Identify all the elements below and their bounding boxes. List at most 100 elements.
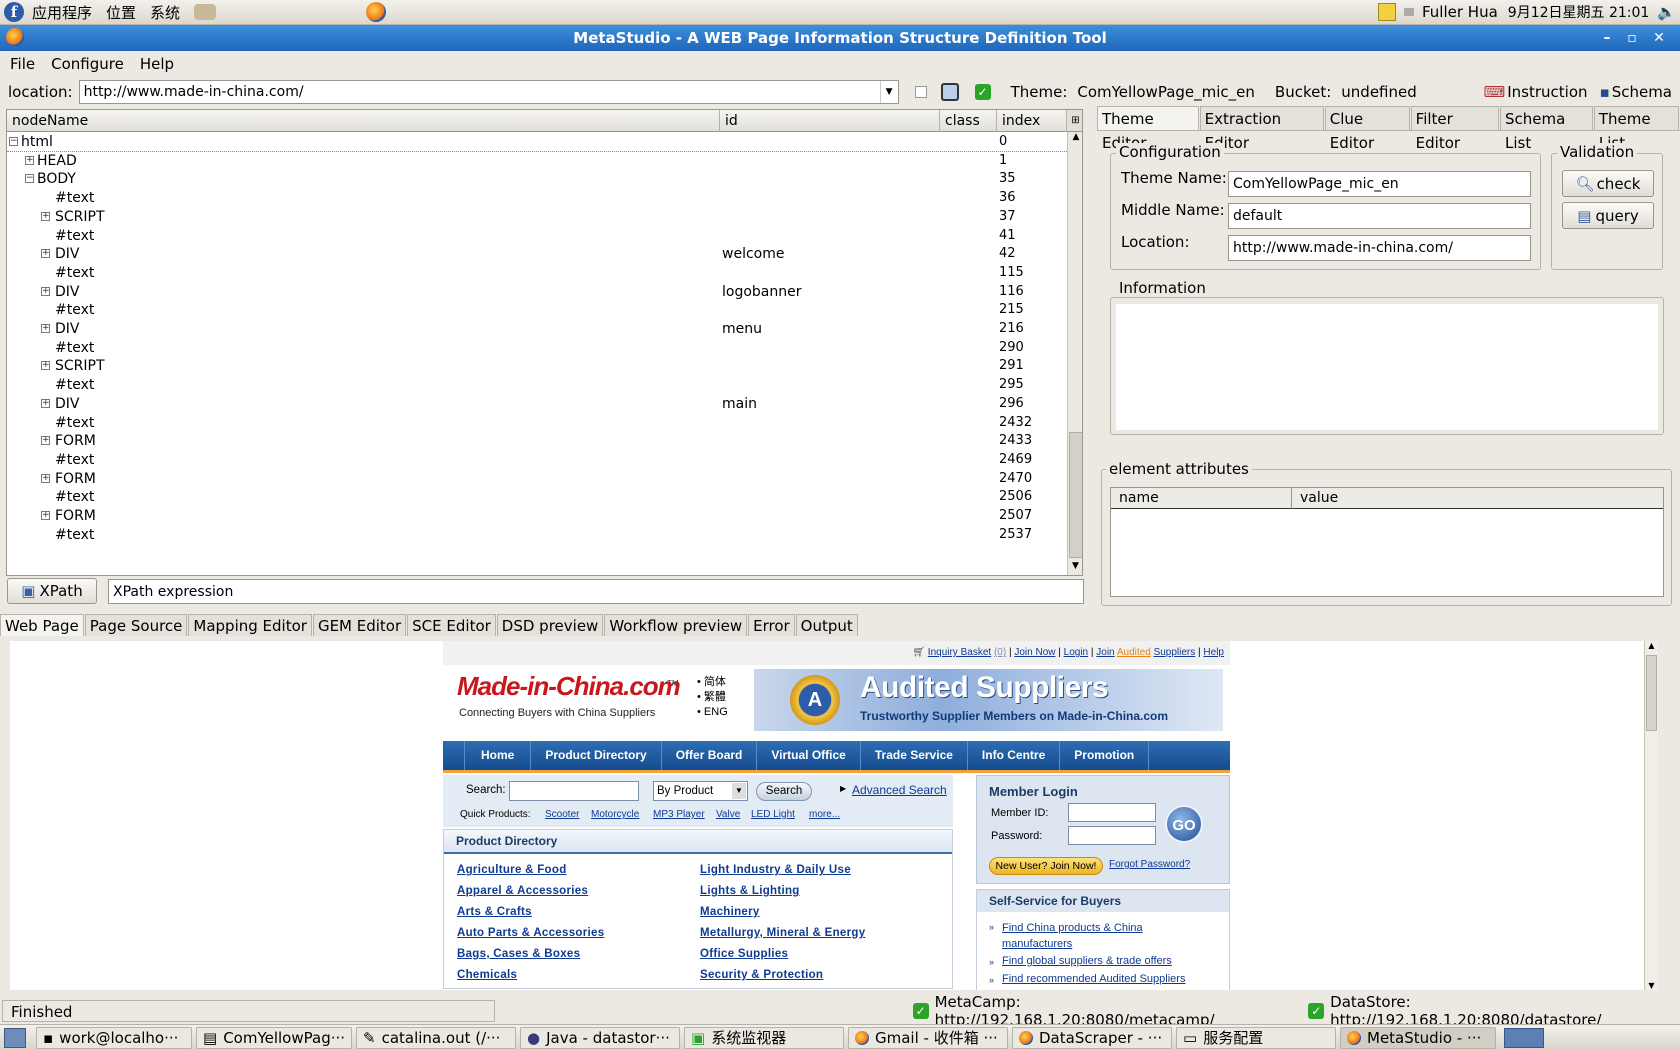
task-terminal[interactable]: ▪ work@localho···	[36, 1026, 192, 1049]
nav-virtual-office[interactable]: Virtual Office	[757, 741, 861, 770]
audited-suppliers-banner[interactable]: A Audited Suppliers Trustworthy Supplier…	[754, 669, 1223, 731]
pd-bags[interactable]: Bags, Cases & Boxes	[457, 948, 580, 960]
theme-name-input[interactable]: ComYellowPage_mic_en	[1228, 171, 1531, 197]
tab-output[interactable]: Output	[795, 614, 858, 636]
tree-row[interactable]: #text 295	[7, 375, 1067, 395]
task-service-config[interactable]: ▭ 服务配置	[1176, 1026, 1336, 1049]
pd-chemicals[interactable]: Chemicals	[457, 969, 517, 981]
nav-offer-board[interactable]: Offer Board	[662, 741, 758, 770]
search-type-select[interactable]: By Product ▼	[653, 781, 748, 801]
location-checkbox[interactable]	[914, 86, 927, 98]
web-scroll-up-icon[interactable]: ▲	[1645, 641, 1658, 653]
task-gmail[interactable]: Gmail - 收件箱 ···	[848, 1026, 1008, 1049]
xpath-input[interactable]: XPath expression	[108, 579, 1084, 604]
lang-simplified[interactable]: • 简体	[697, 675, 728, 690]
pd-metallurgy[interactable]: Metallurgy, Mineral & Energy	[700, 927, 865, 939]
tree-row[interactable]: + FORM 2470	[7, 469, 1067, 489]
location-input[interactable]: http://www.made-in-china.com/ ▼	[78, 80, 899, 104]
tab-theme-list[interactable]: Theme List	[1593, 106, 1679, 152]
system-menu-applications[interactable]: 应用程序	[32, 2, 92, 23]
tree-row[interactable]: + FORM 2433	[7, 431, 1067, 451]
location-dropdown-icon[interactable]: ▼	[879, 81, 898, 103]
tab-filter-editor[interactable]: Filter Editor	[1410, 106, 1500, 152]
tab-schema-list[interactable]: Schema List	[1500, 106, 1593, 152]
column-config-icon[interactable]: ⊞	[1067, 110, 1082, 132]
nav-promotion[interactable]: Promotion	[1060, 741, 1150, 770]
firefox-launcher-icon[interactable]	[366, 2, 387, 22]
tree-row[interactable]: #text 2537	[7, 525, 1067, 545]
tab-page-source[interactable]: Page Source	[84, 614, 188, 636]
expand-icon[interactable]: +	[41, 211, 50, 221]
col-nodename[interactable]: nodeName	[7, 110, 720, 132]
inspect-icon[interactable]	[940, 83, 959, 101]
expand-icon[interactable]: +	[41, 473, 50, 483]
tree-row[interactable]: #text 36	[7, 188, 1067, 208]
lang-traditional[interactable]: • 繁體	[697, 690, 728, 705]
audited-word[interactable]: Audited	[1117, 647, 1151, 658]
workspace-switcher[interactable]	[1504, 1027, 1544, 1048]
suppliers-word[interactable]: Suppliers	[1154, 647, 1196, 658]
information-area[interactable]	[1116, 304, 1658, 430]
self-link-audited[interactable]: Find recommended Audited Suppliers	[1002, 973, 1185, 985]
attr-col-value[interactable]: value	[1292, 488, 1663, 509]
tab-extraction-editor[interactable]: Extraction Editor	[1199, 106, 1324, 152]
quick-scooter[interactable]: Scooter	[545, 809, 579, 820]
volume-icon[interactable]: 🔈	[1657, 3, 1676, 21]
expand-icon[interactable]: +	[41, 286, 50, 296]
advanced-search-link[interactable]: Advanced Search	[852, 783, 947, 797]
fedora-logo-icon[interactable]: f	[4, 2, 24, 22]
expand-icon[interactable]: +	[41, 324, 50, 333]
web-scroll-down-icon[interactable]: ▼	[1645, 981, 1658, 990]
notes-icon[interactable]	[1377, 3, 1396, 21]
inquiry-basket-link[interactable]: Inquiry Basket	[928, 647, 991, 658]
tree-row[interactable]: + DIV main 296	[7, 394, 1067, 414]
check-button[interactable]: 🔍︎ check	[1562, 170, 1654, 197]
pd-apparel[interactable]: Apparel & Accessories	[457, 885, 588, 897]
site-logo[interactable]: Made-in-China.com	[457, 671, 681, 702]
nav-product-directory[interactable]: Product Directory	[531, 741, 662, 770]
expand-icon[interactable]: +	[41, 511, 50, 520]
pd-machinery[interactable]: Machinery	[700, 906, 760, 918]
tree-row[interactable]: #text 2432	[7, 413, 1067, 433]
tab-gem-editor[interactable]: GEM Editor	[312, 614, 407, 636]
minimize-icon[interactable]: –	[1598, 29, 1616, 47]
collapse-icon[interactable]: −	[25, 174, 34, 184]
config-location-input[interactable]: http://www.made-in-china.com/	[1228, 235, 1531, 261]
tree-row[interactable]: − html 0	[7, 132, 1067, 152]
expand-icon[interactable]: +	[41, 398, 50, 408]
tab-clue-editor[interactable]: Clue Editor	[1324, 106, 1410, 152]
tree-row[interactable]: #text 2469	[7, 450, 1067, 470]
attr-col-name[interactable]: name	[1111, 488, 1292, 509]
system-menu-places[interactable]: 位置	[106, 2, 136, 23]
tree-row[interactable]: #text 290	[7, 338, 1067, 358]
system-menu-system[interactable]: 系统	[150, 2, 180, 23]
task-catalina[interactable]: ✎ catalina.out (/···	[356, 1026, 516, 1049]
password-input[interactable]	[1068, 826, 1156, 845]
web-scroll-thumb[interactable]	[1646, 655, 1657, 731]
forgot-password-link[interactable]: Forgot Password?	[1109, 859, 1190, 870]
xpath-button[interactable]: ▣ XPath	[7, 578, 97, 604]
middle-name-input[interactable]: default	[1228, 203, 1531, 229]
expand-icon[interactable]: +	[41, 361, 50, 371]
menu-configure[interactable]: Configure	[51, 55, 124, 73]
maximize-icon[interactable]: ▫	[1623, 29, 1641, 47]
lang-english[interactable]: • ENG	[697, 705, 728, 720]
self-link-find-products[interactable]: Find China products & China manufacturer…	[1002, 920, 1172, 952]
nav-info-centre[interactable]: Info Centre	[968, 741, 1061, 770]
col-index[interactable]: index	[997, 110, 1067, 132]
col-class[interactable]: class	[940, 110, 997, 132]
pd-arts[interactable]: Arts & Crafts	[457, 906, 532, 918]
tab-web-page[interactable]: Web Page	[0, 614, 84, 636]
validate-icon[interactable]: ✓	[974, 84, 991, 100]
tree-row[interactable]: + SCRIPT 37	[7, 207, 1067, 227]
tree-row[interactable]: + FORM 2507	[7, 506, 1067, 526]
task-java-datastore[interactable]: ● Java - datastor···	[520, 1026, 680, 1049]
quick-more[interactable]: more...	[809, 809, 840, 820]
tree-row[interactable]: #text 41	[7, 226, 1067, 246]
quick-mp3-player[interactable]: MP3 Player	[653, 809, 705, 820]
tab-sce-editor[interactable]: SCE Editor	[407, 614, 496, 636]
tab-error[interactable]: Error	[748, 614, 795, 636]
login-link[interactable]: Login	[1064, 647, 1088, 658]
menu-file[interactable]: File	[10, 55, 35, 73]
tree-row[interactable]: #text 2506	[7, 487, 1067, 507]
